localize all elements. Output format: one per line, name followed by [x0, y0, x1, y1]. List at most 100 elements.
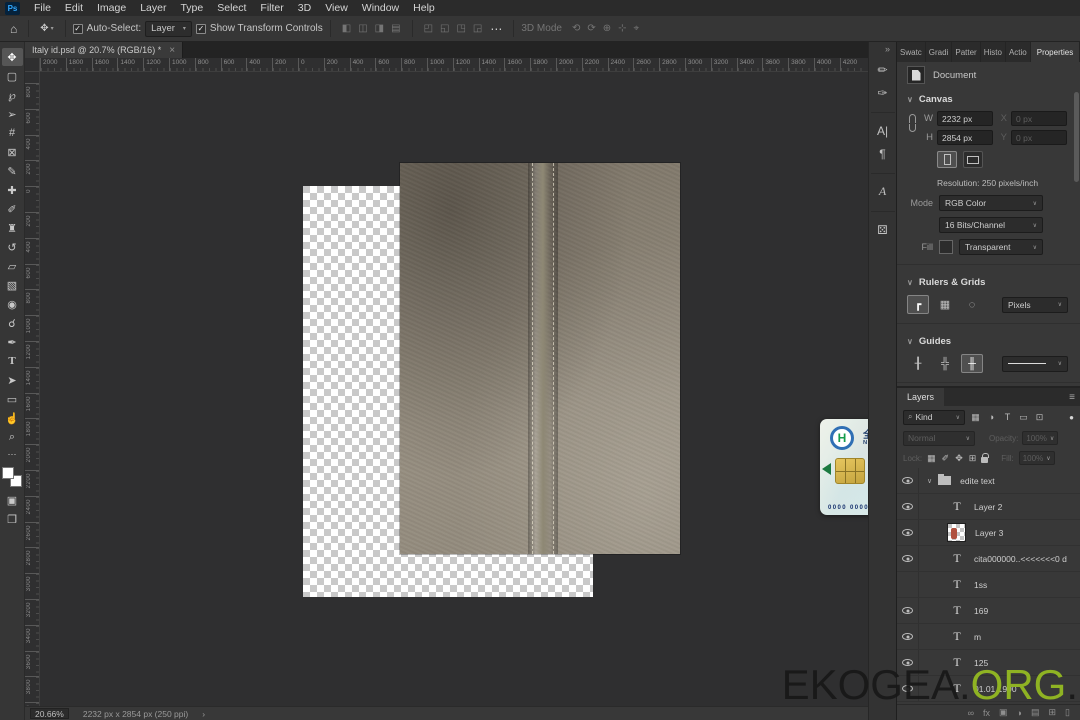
- layer-filter-icon[interactable]: ◑: [984, 410, 999, 425]
- menu-item[interactable]: Filter: [253, 1, 290, 15]
- menu-item[interactable]: Edit: [58, 1, 90, 15]
- layer-row[interactable]: ∨ T Layer 2: [897, 494, 1080, 520]
- blend-mode-select[interactable]: Normal ∨: [903, 430, 975, 446]
- tool-button[interactable]: ✎: [2, 162, 23, 180]
- tool-button[interactable]: ✚: [2, 181, 23, 199]
- layers-action-icon[interactable]: ∞: [968, 708, 974, 718]
- tool-button[interactable]: #: [2, 124, 23, 142]
- status-chevron-icon[interactable]: ›: [202, 709, 205, 719]
- color-swatches[interactable]: [2, 467, 22, 487]
- layers-menu-icon[interactable]: ≡: [1064, 388, 1080, 406]
- home-icon[interactable]: ⌂: [6, 22, 21, 36]
- link-dimensions-icon[interactable]: [907, 114, 918, 132]
- id-card-layer[interactable]: H 全民健康保險 NATIONAL HEALTH INSURANCE 约翰公民 …: [820, 419, 868, 515]
- layer-visibility-toggle[interactable]: [897, 494, 919, 519]
- layer-row[interactable]: ∨ T Layer 3: [897, 520, 1080, 546]
- layer-row[interactable]: ∨ T m: [897, 624, 1080, 650]
- align-icon[interactable]: ◫: [358, 23, 367, 34]
- guide-vertical-left[interactable]: [322, 72, 323, 706]
- chevron-down-icon[interactable]: ∨: [927, 477, 932, 485]
- tool-button[interactable]: ↺: [2, 238, 23, 256]
- layer-thumbnail[interactable]: [947, 523, 966, 542]
- screen-mode-button[interactable]: ❐: [2, 510, 23, 528]
- menu-item[interactable]: Help: [406, 1, 442, 15]
- portrait-orientation-button[interactable]: [937, 151, 957, 168]
- layer-filter-icon[interactable]: ▭: [1016, 410, 1031, 425]
- layer-row[interactable]: ∨ T 169: [897, 598, 1080, 624]
- align-icon[interactable]: ▤: [391, 23, 400, 34]
- layer-filter-icon[interactable]: ▦: [968, 410, 983, 425]
- rulers-grids-section-header[interactable]: ∨ Rulers & Grids: [897, 271, 1080, 292]
- active-tool-preset[interactable]: ✥ ▾: [36, 23, 57, 34]
- panel-dock-icon[interactable]: ¶: [871, 142, 895, 165]
- menu-item[interactable]: 3D: [291, 1, 318, 15]
- layer-visibility-toggle[interactable]: [897, 468, 919, 493]
- tab-properties[interactable]: Properties: [1030, 42, 1080, 62]
- layers-action-icon[interactable]: ◑: [1017, 708, 1022, 718]
- layers-action-icon[interactable]: fx: [983, 708, 990, 718]
- menu-item[interactable]: Window: [355, 1, 406, 15]
- auto-select-checkbox[interactable]: ✓: [72, 23, 83, 34]
- zoom-level-field[interactable]: 20.66%: [30, 708, 69, 719]
- align-icon[interactable]: ◨: [375, 23, 384, 34]
- tool-button[interactable]: ▢: [2, 67, 23, 85]
- vertical-ruler[interactable]: 800 600 400 200 0 200 400 600 800 1000 1200 1400 160…: [25, 72, 40, 706]
- layer-filter-icon[interactable]: ⊡: [1032, 410, 1047, 425]
- panel-tab[interactable]: Histo: [981, 42, 1006, 62]
- 3d-mode-icon[interactable]: ⊕: [603, 23, 611, 34]
- tool-button[interactable]: ⌕: [2, 428, 23, 446]
- fabric-photo-layer[interactable]: H 全民健康保險 NATIONAL HEALTH INSURANCE 约翰公民 …: [400, 163, 868, 554]
- canvas-viewport[interactable]: H 全民健康保險 NATIONAL HEALTH INSURANCE 约翰公民 …: [40, 72, 868, 706]
- height-field[interactable]: 2854 px: [937, 130, 993, 145]
- foreground-color-swatch[interactable]: [2, 467, 14, 479]
- layer-visibility-toggle[interactable]: [897, 598, 919, 623]
- layer-name[interactable]: Layer 3: [975, 528, 1003, 538]
- menu-item[interactable]: File: [27, 1, 58, 15]
- guide-horizontal-top[interactable]: [40, 210, 868, 211]
- layer-name[interactable]: edite text: [960, 476, 995, 486]
- 3d-mode-icon[interactable]: ⟲: [572, 23, 580, 34]
- panel-dock-icon[interactable]: A: [870, 173, 895, 203]
- 3d-mode-icon[interactable]: ⌖: [634, 23, 640, 34]
- toggle-snap-button[interactable]: ◌: [961, 295, 983, 314]
- lock-guides-button[interactable]: ╬: [934, 354, 956, 373]
- fill-field[interactable]: 100% ∨: [1018, 451, 1055, 465]
- fill-swatch[interactable]: [939, 240, 953, 254]
- tool-button[interactable]: ♜: [2, 219, 23, 237]
- tool-button[interactable]: T: [2, 352, 23, 370]
- tool-button[interactable]: ⊠: [2, 143, 23, 161]
- panel-tab[interactable]: Actio: [1006, 42, 1031, 62]
- opacity-field[interactable]: 100% ∨: [1022, 431, 1059, 445]
- distribute-icon[interactable]: ◳: [456, 23, 465, 34]
- color-mode-select[interactable]: RGB Color ∨: [939, 195, 1043, 211]
- panel-dock-icon[interactable]: ✑: [871, 81, 895, 104]
- lock-all-icon[interactable]: [981, 453, 990, 463]
- panel-dock-icon[interactable]: ✏: [871, 58, 895, 81]
- distribute-icon[interactable]: ◲: [473, 23, 482, 34]
- layers-action-icon[interactable]: ▣: [999, 707, 1008, 718]
- lock-option-icon[interactable]: ⊞: [969, 453, 977, 464]
- guide-vertical-right[interactable]: [573, 72, 574, 706]
- toggle-rulers-button[interactable]: ┏: [907, 295, 929, 314]
- layer-row[interactable]: ∨ T edite text: [897, 468, 1080, 494]
- menu-item[interactable]: Select: [210, 1, 253, 15]
- distribute-icon[interactable]: ◰: [424, 23, 433, 34]
- tool-button[interactable]: ➤: [2, 371, 23, 389]
- align-icon[interactable]: ◧: [342, 23, 351, 34]
- lock-option-icon[interactable]: ✐: [942, 453, 950, 464]
- 3d-mode-icon[interactable]: ⟳: [587, 23, 595, 34]
- lock-option-icon[interactable]: ▦: [927, 453, 936, 464]
- tool-button[interactable]: ☌: [2, 314, 23, 332]
- quick-mask-button[interactable]: ▣: [2, 491, 23, 509]
- menu-item[interactable]: Type: [173, 1, 210, 15]
- scrollbar[interactable]: [1074, 92, 1079, 182]
- layer-visibility-toggle[interactable]: [897, 520, 919, 545]
- tool-button[interactable]: ▭: [2, 390, 23, 408]
- filter-toggle-icon[interactable]: ●: [1069, 413, 1074, 422]
- layer-visibility-toggle[interactable]: [897, 572, 919, 597]
- layers-action-icon[interactable]: ▯: [1065, 707, 1070, 718]
- layers-action-icon[interactable]: ▤: [1031, 707, 1040, 718]
- bit-depth-select[interactable]: 16 Bits/Channel ∨: [939, 217, 1043, 233]
- layer-row[interactable]: ∨ T 1ss: [897, 572, 1080, 598]
- tool-button[interactable]: ▧: [2, 276, 23, 294]
